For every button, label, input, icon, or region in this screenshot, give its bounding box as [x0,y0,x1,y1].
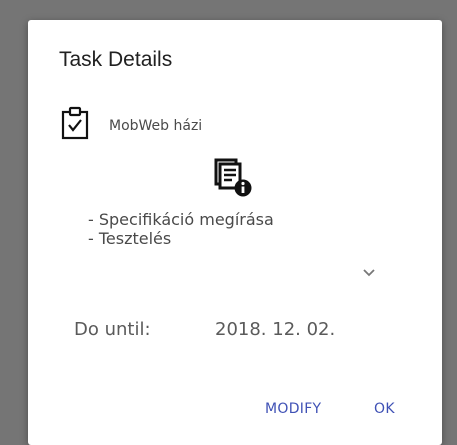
due-label: Do until: [74,319,151,340]
due-date: 2018. 12. 02. [215,319,336,340]
document-info-icon [214,158,254,205]
dialog-title: Task Details [59,48,173,71]
task-description: - Specifikáció megírása - Tesztelés [88,210,274,248]
modify-button[interactable]: MODIFY [265,401,321,417]
ok-button[interactable]: OK [374,401,395,417]
description-line: - Specifikáció megírása [88,210,274,229]
chevron-down-icon[interactable] [362,266,376,280]
task-name: MobWeb házi [109,117,203,134]
task-row: MobWeb házi [61,106,202,145]
description-line: - Tesztelés [88,229,172,248]
task-details-dialog: Task Details MobWeb házi - Specifikáció … [28,20,442,445]
clipboard-check-icon [61,106,89,145]
